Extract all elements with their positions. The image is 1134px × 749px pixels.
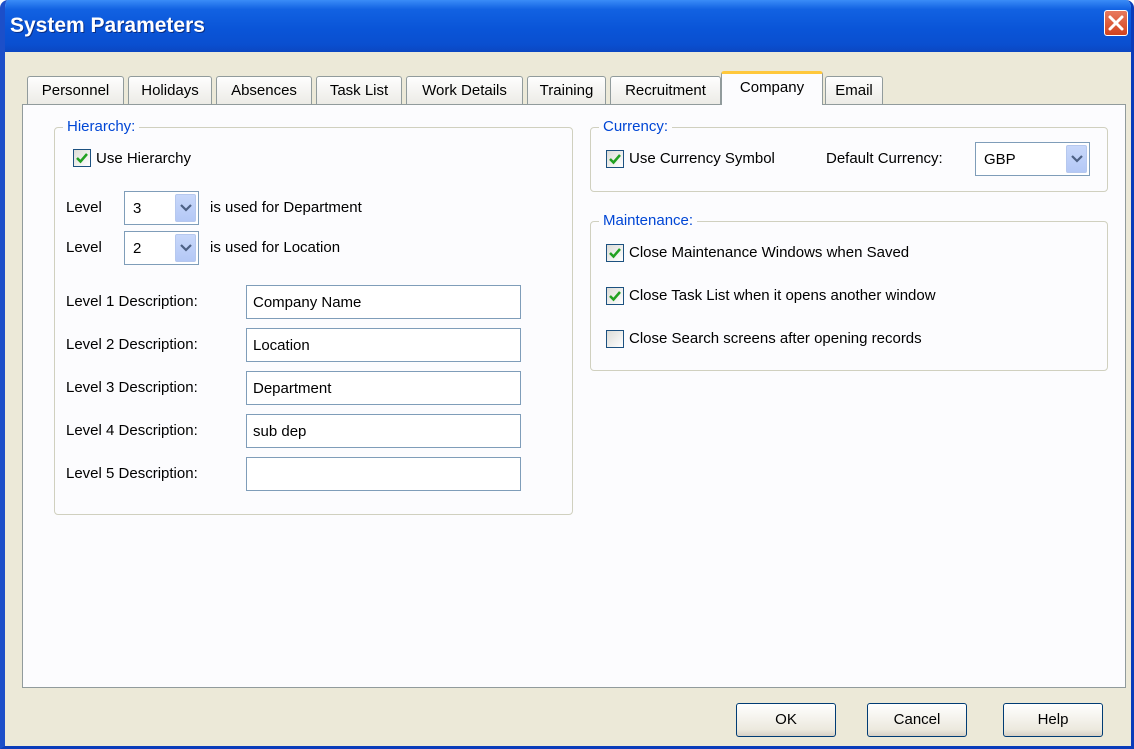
help-button[interactable]: Help: [1003, 703, 1103, 737]
use-currency-symbol-checkbox[interactable]: [606, 150, 624, 168]
location-level-select[interactable]: 2: [124, 231, 199, 265]
location-level-suffix: is used for Location: [210, 239, 341, 256]
tab-absences[interactable]: Absences: [216, 76, 312, 104]
hierarchy-group-label: Hierarchy:: [63, 118, 140, 136]
department-level-select[interactable]: 3: [124, 191, 199, 225]
level-4-description-label: Level 4 Description:: [66, 422, 198, 439]
chevron-down-icon: [180, 244, 192, 252]
default-currency-dropdown-button[interactable]: [1066, 145, 1087, 173]
use-currency-symbol-label: Use Currency Symbol: [629, 150, 775, 167]
checkmark-icon: [609, 248, 621, 259]
level-3-description-input[interactable]: Department: [246, 371, 521, 405]
level-5-description-input[interactable]: [246, 457, 521, 491]
level-2-description-input[interactable]: Location: [246, 328, 521, 362]
close-maintenance-windows-label: Close Maintenance Windows when Saved: [629, 244, 910, 261]
cancel-button[interactable]: Cancel: [867, 703, 967, 737]
maintenance-group: Maintenance: Close Maintenance Windows w…: [590, 212, 1108, 371]
maintenance-group-label: Maintenance:: [599, 212, 698, 230]
tab-training[interactable]: Training: [527, 76, 606, 104]
department-level-value: 3: [133, 200, 142, 217]
tab-holidays[interactable]: Holidays: [128, 76, 212, 104]
checkmark-icon: [76, 153, 88, 164]
tab-recruitment[interactable]: Recruitment: [610, 76, 721, 104]
level-4-description-value: sub dep: [253, 423, 307, 440]
close-maintenance-windows-checkbox[interactable]: [606, 244, 624, 262]
system-parameters-window: System Parameters Personnel Holidays Abs…: [0, 0, 1134, 749]
tab-task-list[interactable]: Task List: [316, 76, 402, 104]
level-5-description-label: Level 5 Description:: [66, 465, 198, 482]
level-1-description-label: Level 1 Description:: [66, 293, 198, 310]
default-currency-label: Default Currency:: [826, 150, 943, 167]
location-level-value: 2: [133, 240, 142, 257]
tab-personnel[interactable]: Personnel: [27, 76, 124, 104]
tab-company[interactable]: Company: [721, 71, 823, 105]
ok-button[interactable]: OK: [736, 703, 836, 737]
level-4-description-input[interactable]: sub dep: [246, 414, 521, 448]
window-title: System Parameters: [10, 14, 205, 37]
location-level-dropdown-button[interactable]: [175, 234, 196, 262]
level-2-description-value: Location: [253, 337, 310, 354]
level-2-description-label: Level 2 Description:: [66, 336, 198, 353]
default-currency-select[interactable]: GBP: [975, 142, 1090, 176]
department-level-prefix: Level: [66, 199, 102, 216]
checkmark-icon: [609, 154, 621, 165]
department-level-suffix: is used for Department: [210, 199, 362, 216]
close-x-icon: [1108, 15, 1124, 31]
close-task-list-label: Close Task List when it opens another wi…: [629, 287, 936, 304]
company-tab-panel: Hierarchy: Use Hierarchy Level 3 is used…: [22, 104, 1126, 688]
title-bar[interactable]: System Parameters: [5, 0, 1131, 52]
use-hierarchy-checkbox[interactable]: [73, 149, 91, 167]
currency-group: Currency: Use Currency Symbol Default Cu…: [590, 118, 1108, 192]
level-1-description-value: Company Name: [253, 294, 362, 311]
level-1-description-input[interactable]: Company Name: [246, 285, 521, 319]
use-hierarchy-label: Use Hierarchy: [96, 150, 192, 167]
close-search-screens-label: Close Search screens after opening recor…: [629, 330, 922, 347]
hierarchy-group: Hierarchy: Use Hierarchy Level 3 is used…: [54, 118, 573, 515]
department-level-dropdown-button[interactable]: [175, 194, 196, 222]
level-3-description-label: Level 3 Description:: [66, 379, 198, 396]
level-3-description-value: Department: [253, 380, 332, 397]
chevron-down-icon: [1071, 155, 1083, 163]
tab-email[interactable]: Email: [825, 76, 883, 104]
location-level-prefix: Level: [66, 239, 102, 256]
checkmark-icon: [609, 291, 621, 302]
chevron-down-icon: [180, 204, 192, 212]
close-button[interactable]: [1104, 10, 1128, 36]
close-search-screens-checkbox[interactable]: [606, 330, 624, 348]
close-task-list-checkbox[interactable]: [606, 287, 624, 305]
tab-work-details[interactable]: Work Details: [406, 76, 523, 104]
currency-group-label: Currency:: [599, 118, 673, 136]
default-currency-value: GBP: [984, 151, 1016, 168]
